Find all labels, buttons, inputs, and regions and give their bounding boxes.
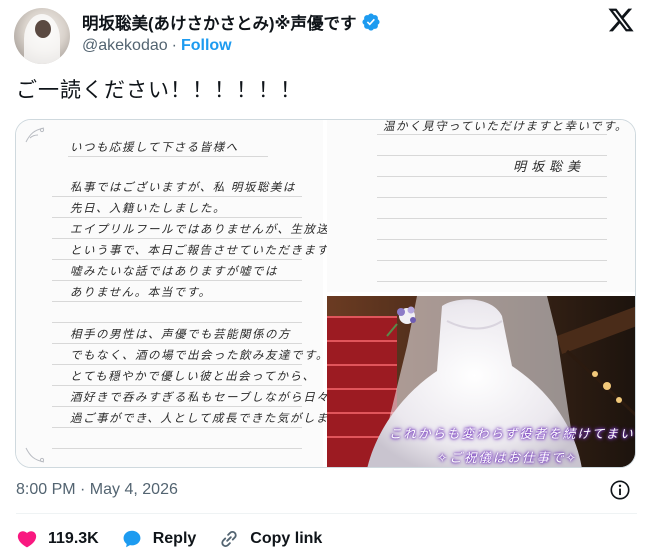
follow-button[interactable]: Follow xyxy=(181,37,232,55)
letter-line: エイプリルフールではありませんが、生放送 xyxy=(70,222,330,236)
floral-corner-icon xyxy=(25,447,45,463)
divider xyxy=(16,513,637,514)
letter-line: 相手の男性は、声優でも芸能関係の方 xyxy=(70,327,291,341)
tweet-header: 明坂聡美(あけさかさとみ)※声優です @akekodao · Follow xyxy=(14,4,639,64)
letter-line: とても穏やかで優しい彼と出会ってから、 xyxy=(70,369,316,383)
heart-icon xyxy=(17,531,37,548)
letter-line: いつも応援して下さる皆様へ xyxy=(70,140,239,154)
wedding-photo[interactable]: これからも変わらず役者を続けてまいります ✧ご祝儀はお仕事で✧ xyxy=(327,296,635,467)
copy-link-label: Copy link xyxy=(250,530,323,547)
info-icon[interactable] xyxy=(609,479,631,501)
tweet-text: ご一読ください！！！！！！ xyxy=(16,79,302,102)
like-count: 119.3K xyxy=(48,530,99,547)
author-name-row: 明坂聡美(あけさかさとみ)※声優です xyxy=(82,10,381,34)
letter-line: 嘘みたいな話ではありますが嘘では xyxy=(70,264,278,278)
copy-link-button[interactable]: Copy link xyxy=(218,528,322,550)
letter-line: 過ご事ができ、人として成長できた気がします。 xyxy=(70,411,354,425)
photo-caption-line-1: これからも変わらず役者を続けてまいります xyxy=(389,426,635,441)
tweet-media[interactable]: いつも応援して下さる皆様へ 私事ではございますが、私 明坂聡美は 先日、入籍いた… xyxy=(15,119,636,468)
letter-line: 温かく見守っていただけますと幸いです。 xyxy=(383,119,628,133)
x-logo-icon[interactable] xyxy=(607,6,635,34)
reply-label: Reply xyxy=(152,530,197,547)
author-display-name[interactable]: 明坂聡美(あけさかさとみ)※声優です xyxy=(82,10,357,34)
like-button[interactable]: 119.3K xyxy=(16,528,99,550)
letter-line: 私事ではございますが、私 明坂聡美は xyxy=(70,180,296,194)
link-icon xyxy=(221,530,237,548)
handle-separator: · xyxy=(171,37,177,54)
tweet-action-bar: 119.3K Reply Copy link xyxy=(16,526,344,552)
tweet-timestamp[interactable]: 8:00 PM · May 4, 2026 xyxy=(16,481,178,499)
letter-line: でもなく、酒の場で出会った飲み友達です。 xyxy=(70,348,329,362)
reply-button[interactable]: Reply xyxy=(121,528,197,550)
verified-badge-icon xyxy=(361,13,380,31)
letter-image-left[interactable]: いつも応援して下さる皆様へ 私事ではございますが、私 明坂聡美は 先日、入籍いた… xyxy=(16,120,352,467)
letter-line: ありません。本当です。 xyxy=(70,285,212,299)
wedding-photo-illustration xyxy=(327,296,635,467)
letter-line: 酒好きで呑みすぎる私もセーブしながら日々 xyxy=(70,390,330,404)
avatar[interactable] xyxy=(14,8,70,64)
letter-signature: 明坂聡美 xyxy=(513,160,586,175)
reply-bubble-icon xyxy=(123,530,141,548)
letter-image-right[interactable]: 温かく見守っていただけますと幸いです。 明坂聡美 xyxy=(327,119,635,294)
letter-line: 先日、入籍いたしました。 xyxy=(70,201,226,215)
author-handle-row: @akekodao · Follow xyxy=(82,37,232,55)
photo-caption-line-2: ✧ご祝儀はお仕事で✧ xyxy=(437,450,578,465)
floral-corner-icon xyxy=(25,127,45,143)
author-handle[interactable]: @akekodao xyxy=(82,37,168,55)
letter-line: という事で、本日ご報告させていただきます。 xyxy=(70,243,342,257)
